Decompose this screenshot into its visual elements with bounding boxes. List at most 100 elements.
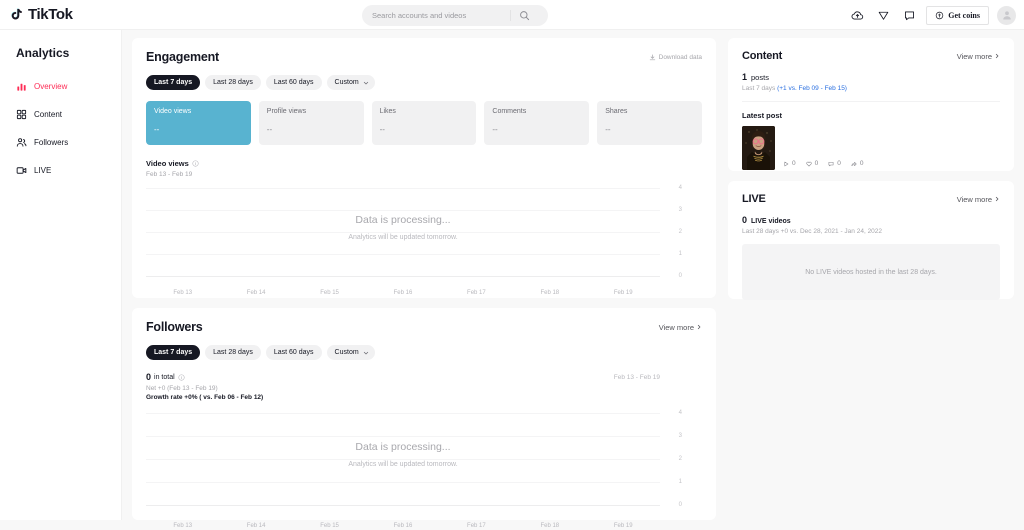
live-empty-state: No LIVE videos hosted in the last 28 day… (742, 244, 1000, 300)
metric-tile-value: -- (154, 125, 160, 134)
get-coins-button[interactable]: Get coins (926, 5, 989, 25)
metric-tile-video-views[interactable]: Video views -- (146, 101, 251, 145)
content-header: Content View more (742, 50, 1000, 62)
post-stat-likes: 0 (805, 160, 818, 167)
y-axis-tick: 1 (678, 479, 682, 485)
x-axis-tick: Feb 16 (393, 523, 413, 529)
content-posts-comparison: Last 7 days (+1 vs. Feb 09 - Feb 15) (742, 85, 1000, 92)
engagement-metric-tiles: Video views -- Profile views -- Likes --… (146, 101, 702, 145)
gridline (146, 188, 660, 189)
paper-plane-icon[interactable] (870, 2, 896, 28)
cloud-upload-icon[interactable] (844, 2, 870, 28)
metric-tile-comments[interactable]: Comments -- (484, 101, 590, 145)
followers-title: Followers (146, 320, 203, 334)
metric-tile-shares[interactable]: Shares -- (597, 101, 702, 145)
sidebar-item-followers[interactable]: Followers (0, 128, 121, 156)
engagement-title: Engagement (146, 50, 220, 64)
chevron-down-icon (363, 80, 369, 86)
download-data-button[interactable]: Download data (649, 54, 702, 61)
engagement-chart-x-axis: Feb 13 Feb 14 Feb 15 Feb 16 Feb 17 Feb 1… (146, 290, 660, 296)
sidebar-item-label: Followers (34, 137, 69, 147)
x-axis-tick: Feb 19 (613, 290, 633, 296)
gridline (146, 254, 660, 255)
followers-chart-empty-state: Data is processing... Analytics will be … (146, 441, 660, 468)
chevron-right-icon (994, 53, 1000, 59)
filter-chip-custom[interactable]: Custom (326, 75, 375, 90)
engagement-chart-empty-state: Data is processing... Analytics will be … (146, 214, 660, 241)
content-view-more-button[interactable]: View more (957, 52, 1000, 61)
live-videos-row: 0 LIVE videos (742, 215, 1000, 225)
x-axis-tick: Feb 18 (540, 290, 560, 296)
latest-post-thumbnail[interactable] (742, 126, 775, 170)
sidebar: Analytics Overview Content Followers LIV… (0, 30, 122, 520)
x-axis-tick: Feb 19 (613, 523, 633, 529)
content-posts-number: 1 (742, 72, 748, 82)
followers-view-more-button[interactable]: View more (659, 323, 702, 332)
engagement-chart-range: Feb 13 - Feb 19 (146, 171, 193, 178)
gridline (146, 210, 660, 211)
filter-chip-last-60-days[interactable]: Last 60 days (265, 75, 322, 90)
top-actions: Get coins (844, 0, 1016, 30)
x-axis-tick: Feb 18 (540, 523, 560, 529)
x-axis-tick: Feb 15 (320, 523, 339, 529)
engagement-header: Engagement Download data (146, 50, 702, 64)
filter-chip-last-28-days[interactable]: Last 28 days (205, 345, 261, 360)
avatar[interactable] (997, 5, 1016, 25)
share-icon (851, 161, 857, 167)
y-axis-tick: 4 (678, 410, 682, 416)
y-axis-tick: 2 (678, 456, 682, 462)
main-content: Engagement Download data Last 7 days Las… (122, 30, 1024, 529)
search-icon[interactable] (511, 5, 537, 26)
post-stat-comments: 0 (828, 160, 841, 167)
logo-wordmark: TikTok (28, 6, 73, 23)
search-bar[interactable] (362, 5, 548, 26)
live-view-more-button[interactable]: View more (957, 195, 1000, 204)
content-posts-period: Last 7 days (742, 85, 778, 92)
filter-chip-custom[interactable]: Custom (326, 345, 375, 360)
post-stat-value: 0 (837, 160, 841, 167)
heart-icon (805, 161, 812, 167)
filter-chip-last-60-days[interactable]: Last 60 days (265, 345, 322, 360)
filter-chip-last-7-days[interactable]: Last 7 days (146, 75, 201, 90)
left-column: Engagement Download data Last 7 days Las… (132, 38, 716, 530)
content-divider (742, 101, 1000, 102)
y-axis-tick: 1 (678, 251, 682, 257)
sidebar-item-label: LIVE (34, 165, 52, 175)
x-axis-tick: Feb 16 (393, 290, 413, 296)
metric-tile-label: Likes (379, 108, 396, 115)
post-stat-shares: 0 (851, 160, 864, 167)
gridline-base (146, 505, 660, 506)
metric-tile-likes[interactable]: Likes -- (371, 101, 477, 145)
sidebar-item-live[interactable]: LIVE (0, 156, 121, 184)
live-comparison: Last 28 days +0 vs. Dec 28, 2021 - Jan 2… (742, 228, 883, 235)
info-icon[interactable] (178, 373, 185, 381)
info-icon[interactable] (192, 160, 199, 167)
latest-post-row: 0 0 0 0 (742, 126, 1000, 170)
post-stat-plays: 0 (783, 160, 796, 167)
engagement-date-filters: Last 7 days Last 28 days Last 60 days Cu… (146, 75, 702, 90)
chevron-right-icon (696, 324, 702, 330)
sidebar-item-content[interactable]: Content (0, 100, 121, 128)
sidebar-item-label: Content (34, 109, 63, 119)
metric-tile-value: -- (605, 125, 611, 134)
metric-tile-profile-views[interactable]: Profile views -- (258, 101, 364, 145)
message-icon[interactable] (896, 2, 922, 28)
content-posts-delta: (+1 vs. Feb 09 - Feb 15) (777, 85, 847, 92)
followers-chart-x-axis: Feb 13 Feb 14 Feb 15 Feb 16 Feb 17 Feb 1… (146, 523, 660, 529)
engagement-chart-header: Video views Feb 13 - Feb 19 (146, 159, 702, 178)
latest-post-label: Latest post (742, 111, 783, 120)
chevron-right-icon (994, 196, 1000, 202)
coin-icon (935, 11, 944, 20)
search-input[interactable] (362, 5, 510, 26)
play-icon (783, 161, 789, 167)
filter-chip-last-28-days[interactable]: Last 28 days (205, 75, 261, 90)
content-title: Content (742, 50, 783, 62)
view-more-label: View more (956, 51, 992, 61)
filter-chip-custom-label: Custom (334, 79, 359, 86)
engagement-card: Engagement Download data Last 7 days Las… (132, 38, 716, 298)
chart-bar-icon (16, 81, 27, 92)
tiktok-logo[interactable]: TikTok (9, 6, 73, 23)
filter-chip-last-7-days[interactable]: Last 7 days (146, 345, 201, 360)
sidebar-item-overview[interactable]: Overview (0, 72, 121, 100)
x-axis-tick: Feb 13 (173, 290, 193, 296)
